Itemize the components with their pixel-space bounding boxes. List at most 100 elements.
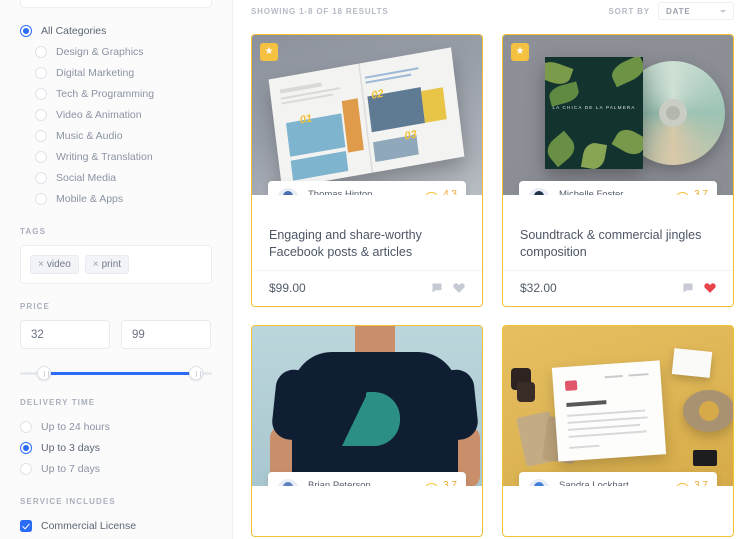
tag-chip-video[interactable]: × video	[30, 255, 79, 274]
sort-by-label: SORT BY	[608, 6, 650, 16]
avatar	[277, 188, 299, 195]
price-section-label: PRICE	[20, 302, 50, 311]
radio-icon-3-days[interactable]	[20, 441, 32, 454]
sidebar-item-up-to-3-days[interactable]: Up to 3 days	[20, 437, 212, 458]
gig-card[interactable]: Sandra Lockhart PRO ★	[502, 325, 734, 537]
radio-icon-video-animation[interactable]	[35, 108, 47, 121]
sidebar-item-commercial-license[interactable]: Commercial License	[20, 515, 212, 536]
rating-value: 3.7	[694, 188, 708, 195]
featured-star-icon: ★	[260, 43, 278, 61]
gig-title[interactable]	[503, 486, 733, 536]
comment-icon[interactable]	[431, 282, 443, 294]
radio-icon-music-audio[interactable]	[35, 129, 47, 142]
heart-icon[interactable]	[453, 282, 465, 294]
gig-card[interactable]: ★ LA CHICA DE LA PALMERA Michelle Foster…	[502, 34, 734, 307]
sidebar-item-up-to-24-hours[interactable]: Up to 24 hours	[20, 416, 212, 437]
radio-icon-all-categories[interactable]	[20, 24, 32, 37]
category-label: Music & Audio	[56, 129, 123, 142]
cd-cover-caption: LA CHICA DE LA PALMERA	[552, 105, 636, 110]
binder-clip-art	[693, 450, 717, 466]
comment-icon[interactable]	[682, 282, 694, 294]
gig-thumbnail[interactable]: Sandra Lockhart PRO ★	[503, 326, 733, 486]
business-card-art	[671, 348, 713, 378]
heart-icon[interactable]	[704, 282, 716, 294]
rating-star-icon: ★	[424, 482, 440, 486]
tag-chip-label: video	[46, 259, 71, 270]
gig-title[interactable]: Soundtrack & commercial jingles composit…	[503, 195, 733, 261]
radio-icon-social-media[interactable]	[35, 171, 47, 184]
gig-card[interactable]: Brian Peterson PRO ★	[251, 325, 483, 537]
slider-handle-max[interactable]	[189, 366, 203, 380]
rating-star-icon: ★	[424, 191, 440, 195]
sidebar-item-tech-programming[interactable]: Tech & Programming	[20, 83, 212, 104]
sidebar-item-design-graphics[interactable]: Design & Graphics	[20, 41, 212, 62]
sidebar-item-up-to-7-days[interactable]: Up to 7 days	[20, 458, 212, 479]
seller-info: Michelle Foster PRO	[559, 188, 675, 196]
delivery-label: Up to 24 hours	[41, 420, 110, 433]
checkbox-icon-commercial-license[interactable]	[20, 519, 32, 532]
gig-title[interactable]	[252, 486, 482, 536]
category-label: Design & Graphics	[56, 45, 144, 58]
gig-thumbnail[interactable]: ★ LA CHICA DE LA PALMERA Michelle Foster…	[503, 35, 733, 195]
gig-thumbnail[interactable]: ★ 01 02 03 Thomas Hinton 4.3	[252, 35, 482, 195]
gig-price: $99.00	[269, 281, 306, 295]
gig-actions	[431, 282, 465, 294]
sort-dropdown[interactable]: DATE	[658, 2, 734, 20]
radio-icon-mobile-apps[interactable]	[35, 192, 47, 205]
slider-fill	[44, 371, 195, 375]
tag-chip-print[interactable]: × print	[84, 255, 130, 274]
price-range-slider[interactable]	[20, 366, 212, 380]
seller-rating: ★ 3.7 (3)	[675, 188, 708, 195]
service-filter-group: Commercial License Multiple Revisions On…	[20, 515, 212, 539]
sidebar-item-writing-translation[interactable]: Writing & Translation	[20, 146, 212, 167]
radio-icon-design-graphics[interactable]	[35, 45, 47, 58]
seller-strip[interactable]: Michelle Foster PRO ★	[519, 181, 717, 195]
seller-strip[interactable]: Brian Peterson PRO ★	[268, 472, 466, 486]
category-label: All Categories	[41, 24, 107, 37]
chevron-down-icon	[720, 9, 726, 13]
seller-rating: ★ 4.3 (3)	[424, 189, 457, 195]
results-count: SHOWING 1-8 OF 18 RESULTS	[251, 6, 389, 16]
slider-handle-min[interactable]	[37, 366, 51, 380]
category-label: Mobile & Apps	[56, 192, 124, 205]
radio-icon-writing-translation[interactable]	[35, 150, 47, 163]
results-grid: ★ 01 02 03 Thomas Hinton 4.3 Engaging an…	[251, 34, 734, 537]
radio-icon-24-hours[interactable]	[20, 420, 32, 433]
gig-price: $32.00	[520, 281, 557, 295]
remove-tag-icon[interactable]: ×	[93, 259, 99, 270]
delivery-filter-group: Up to 24 hours Up to 3 days Up to 7 days	[20, 416, 212, 479]
seller-strip[interactable]: Sandra Lockhart PRO ★	[519, 472, 717, 486]
seller-name: Michelle Foster	[559, 188, 624, 196]
results-main: SHOWING 1-8 OF 18 RESULTS SORT BY DATE ★	[232, 0, 750, 539]
seller-info: Sandra Lockhart PRO	[559, 479, 675, 487]
delivery-section-label: DELIVERY TIME	[20, 398, 96, 407]
seller-rating: ★ 3.7 (3)	[424, 480, 457, 486]
sidebar-item-video-animation[interactable]: Video & Animation	[20, 104, 212, 125]
sidebar-item-social-media[interactable]: Social Media	[20, 167, 212, 188]
sort-selected-value: DATE	[666, 6, 691, 16]
service-section-label: SERVICE INCLUDES	[20, 497, 116, 506]
gig-title[interactable]: Engaging and share-worthy Facebook posts…	[252, 195, 482, 261]
remove-tag-icon[interactable]: ×	[38, 259, 44, 270]
price-max-input[interactable]	[121, 320, 211, 349]
tags-section-label: TAGS	[20, 227, 47, 236]
tape-roll-art	[683, 390, 733, 432]
tags-input-box[interactable]: × video × print	[20, 245, 212, 284]
radio-icon-7-days[interactable]	[20, 462, 32, 475]
rating-star-icon: ★	[675, 191, 691, 195]
sidebar-item-music-audio[interactable]: Music & Audio	[20, 125, 212, 146]
gig-thumbnail[interactable]: Brian Peterson PRO ★	[252, 326, 482, 486]
gig-card[interactable]: ★ 01 02 03 Thomas Hinton 4.3 Engaging an…	[251, 34, 483, 307]
sidebar-item-mobile-apps[interactable]: Mobile & Apps	[20, 188, 212, 209]
price-min-input[interactable]	[20, 320, 110, 349]
category-label: Social Media	[56, 171, 117, 184]
delivery-label: Up to 3 days	[41, 441, 100, 454]
radio-icon-digital-marketing[interactable]	[35, 66, 47, 79]
seller-strip[interactable]: Thomas Hinton PRO ★	[268, 181, 466, 195]
sidebar-item-digital-marketing[interactable]: Digital Marketing	[20, 62, 212, 83]
seller-name: Thomas Hinton	[308, 188, 373, 196]
avatar	[277, 479, 299, 486]
rating-value: 3.7	[694, 479, 708, 486]
sidebar-item-all-categories[interactable]: All Categories	[20, 20, 212, 41]
radio-icon-tech-programming[interactable]	[35, 87, 47, 100]
